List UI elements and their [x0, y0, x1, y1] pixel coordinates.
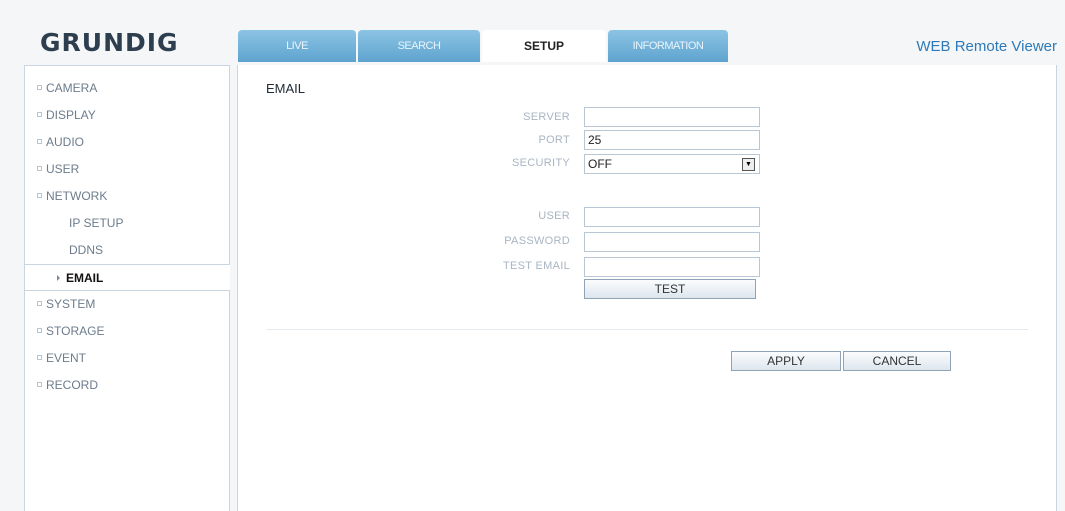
right-arrow-icon	[57, 274, 60, 281]
cancel-button[interactable]: CANCEL	[843, 351, 951, 371]
sidebar-item-label: AUDIO	[46, 135, 85, 149]
section-title: EMAIL	[266, 81, 306, 96]
square-bullet-icon	[37, 166, 42, 172]
sidebar-item-ddns[interactable]: DDNS	[25, 237, 229, 264]
sidebar-item-ip-setup[interactable]: IP SETUP	[25, 210, 229, 237]
chevron-down-icon[interactable]: ▼	[742, 157, 755, 171]
email-settings-panel: EMAIL SERVER PORT 25 SECURITY OFF ▼ USER…	[237, 65, 1057, 511]
user-label: USER	[538, 210, 570, 222]
password-label: PASSWORD	[504, 235, 570, 247]
sidebar-item-label: NETWORK	[46, 189, 108, 203]
grundig-logo: GRUNDIG	[40, 28, 179, 57]
square-bullet-icon	[37, 355, 42, 361]
security-select[interactable]: OFF ▼	[584, 154, 760, 174]
test-email-label: TEST EMAIL	[503, 260, 570, 272]
square-bullet-icon	[37, 193, 42, 199]
app-title: WEB Remote Viewer	[916, 38, 1057, 55]
divider	[266, 329, 1028, 330]
square-bullet-icon	[37, 139, 42, 145]
port-label: PORT	[538, 134, 570, 146]
sidebar-item-label: USER	[46, 162, 80, 176]
sidebar-item-event[interactable]: EVENT	[25, 345, 229, 372]
sidebar-item-label: EMAIL	[66, 271, 104, 285]
sidebar-item-email[interactable]: EMAIL	[25, 264, 230, 291]
security-value: OFF	[588, 157, 612, 171]
sidebar-item-audio[interactable]: AUDIO	[25, 129, 229, 156]
sidebar-item-system[interactable]: SYSTEM	[25, 291, 229, 318]
test-button[interactable]: TEST	[584, 279, 756, 299]
square-bullet-icon	[37, 112, 42, 118]
apply-button[interactable]: APPLY	[731, 351, 841, 371]
sidebar-item-label: DISPLAY	[46, 108, 96, 122]
square-bullet-icon	[37, 301, 42, 307]
sidebar-item-label: RECORD	[46, 378, 99, 392]
sidebar-item-label: SYSTEM	[46, 297, 96, 311]
square-bullet-icon	[37, 328, 42, 334]
sidebar-item-label: CAMERA	[46, 81, 98, 95]
tab-information[interactable]: INFORMATION	[608, 30, 728, 62]
sidebar-item-display[interactable]: DISPLAY	[25, 102, 229, 129]
user-field[interactable]	[584, 207, 760, 227]
sidebar-item-user[interactable]: USER	[25, 156, 229, 183]
square-bullet-icon	[37, 382, 42, 388]
security-label: SECURITY	[511, 157, 570, 169]
tab-setup[interactable]: SETUP	[482, 30, 606, 62]
sidebar-item-label: STORAGE	[46, 324, 105, 338]
sidebar: CAMERA DISPLAY AUDIO USER NETWORK IP SET…	[24, 65, 230, 511]
test-email-field[interactable]	[584, 257, 760, 277]
square-bullet-icon	[37, 85, 42, 91]
port-field[interactable]: 25	[584, 130, 760, 150]
tab-live[interactable]: LIVE	[238, 30, 356, 62]
sidebar-item-storage[interactable]: STORAGE	[25, 318, 229, 345]
main-tabs: LIVE SEARCH SETUP INFORMATION	[238, 30, 730, 62]
sidebar-item-record[interactable]: RECORD	[25, 372, 229, 399]
sidebar-item-camera[interactable]: CAMERA	[25, 75, 229, 102]
password-field[interactable]	[584, 232, 760, 252]
tab-search[interactable]: SEARCH	[358, 30, 480, 62]
server-field[interactable]	[584, 107, 760, 127]
sidebar-item-label: EVENT	[46, 351, 87, 365]
server-label: SERVER	[523, 111, 570, 123]
sidebar-item-network[interactable]: NETWORK	[25, 183, 229, 210]
